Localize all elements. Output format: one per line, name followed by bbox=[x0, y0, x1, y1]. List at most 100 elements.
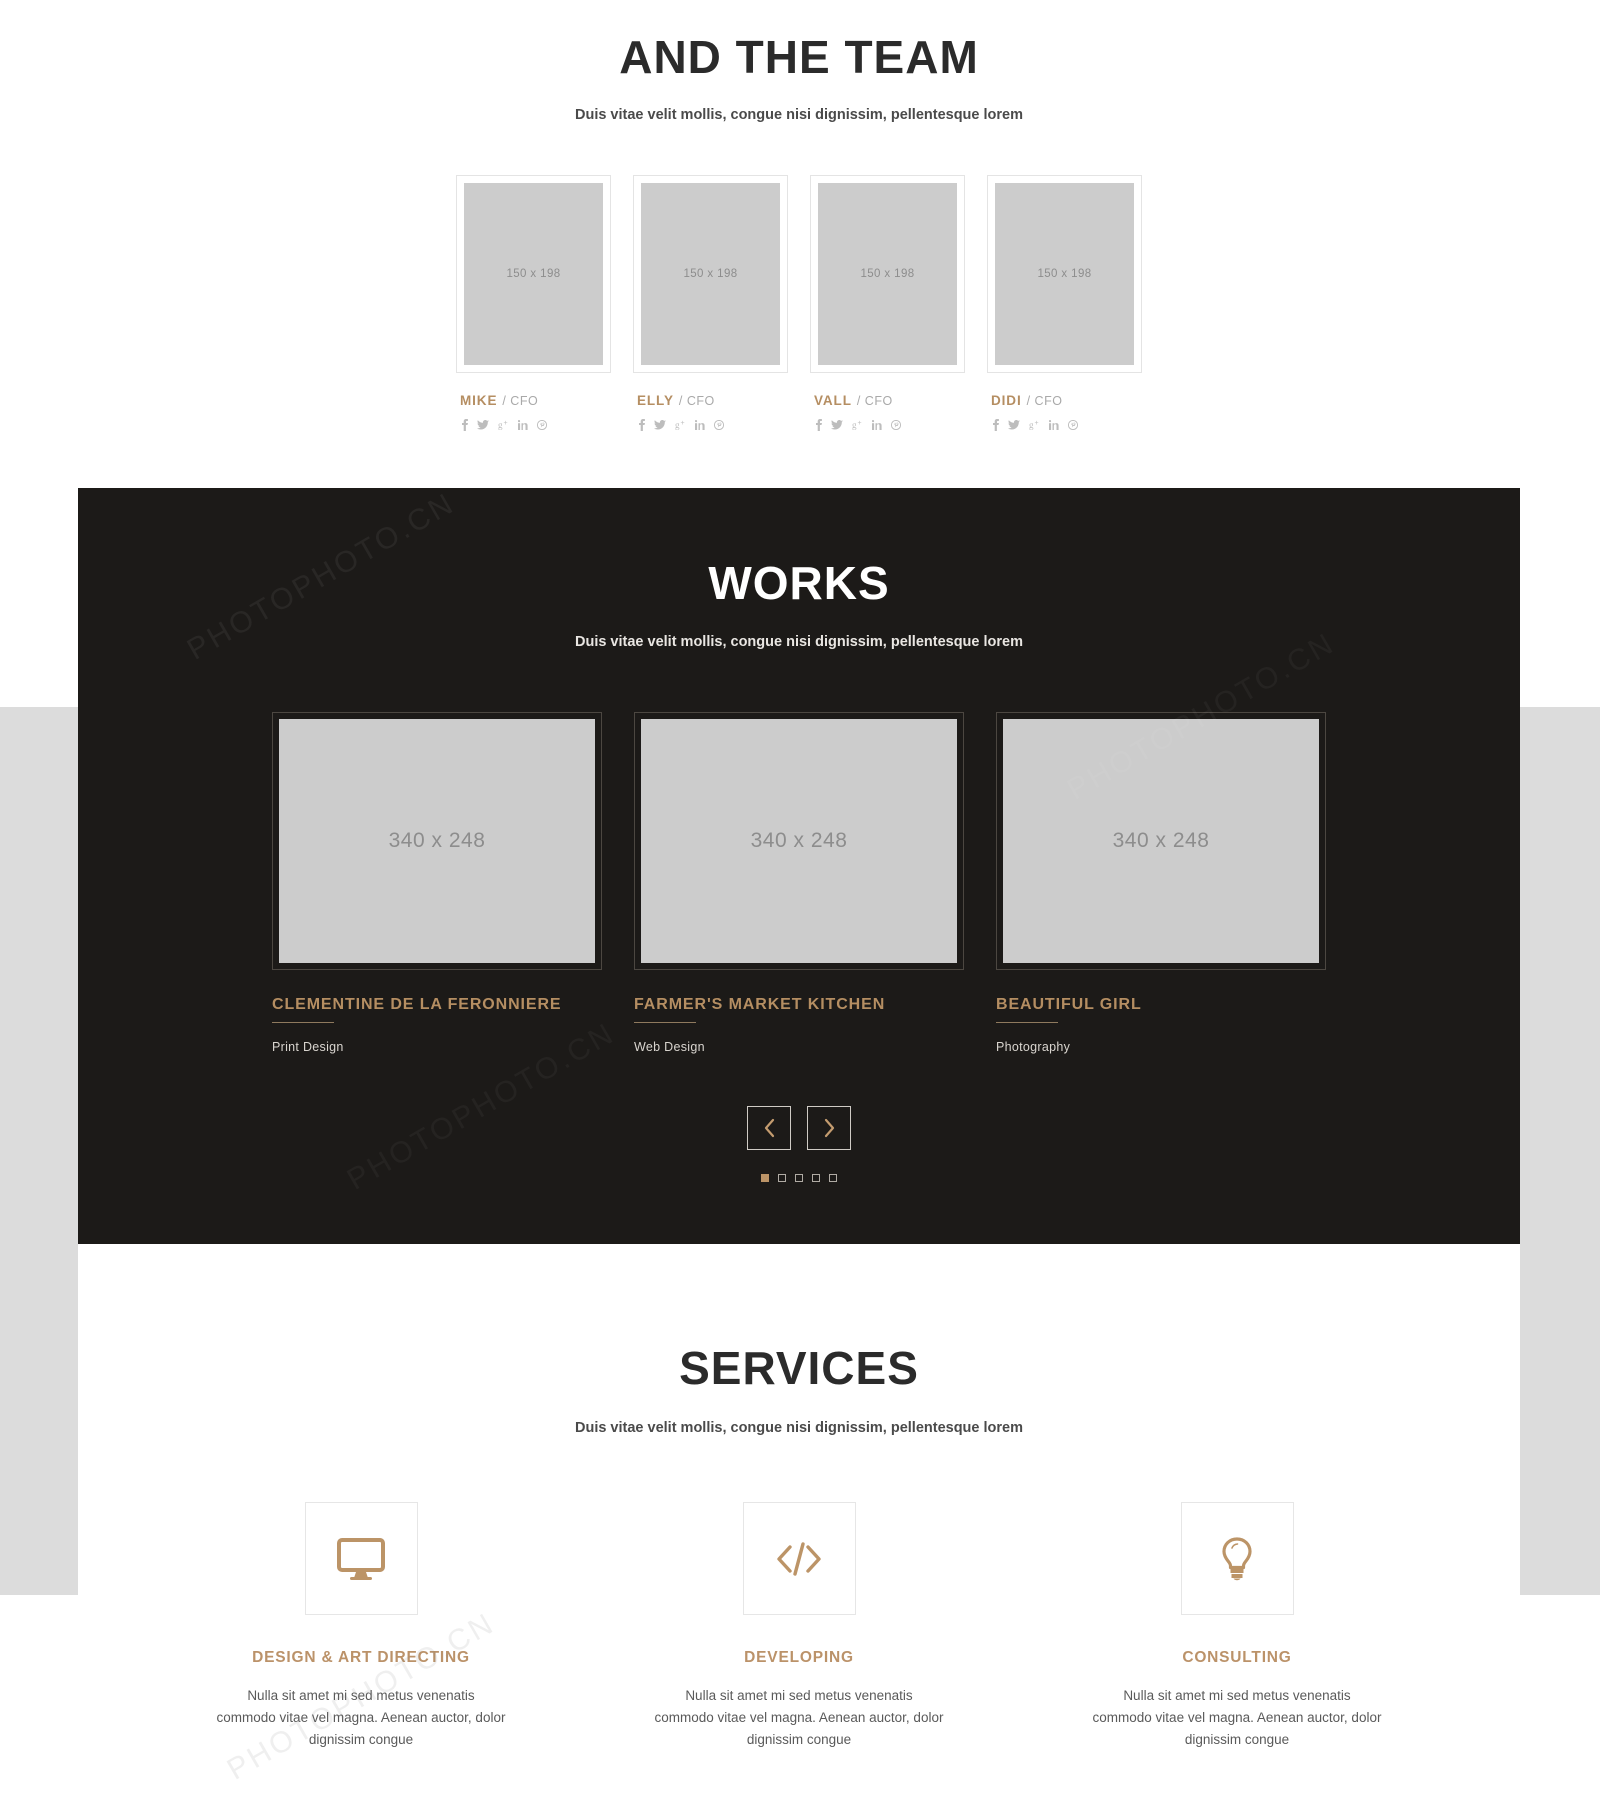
twitter-icon[interactable] bbox=[654, 419, 666, 431]
work-thumb-placeholder: 340 x 248 bbox=[641, 719, 957, 963]
service-card[interactable]: DEVELOPING Nulla sit amet mi sed metus v… bbox=[654, 1502, 944, 1751]
carousel-dot-4[interactable] bbox=[812, 1174, 820, 1182]
works-subtitle: Duis vitae velit mollis, congue nisi dig… bbox=[574, 634, 1023, 650]
carousel-dots bbox=[78, 1174, 1520, 1182]
carousel-dot-1[interactable] bbox=[761, 1174, 769, 1182]
team-member-role: / CFO bbox=[502, 394, 539, 408]
team-member-name: DIDI bbox=[991, 393, 1022, 408]
service-card[interactable]: CONSULTING Nulla sit amet mi sed metus v… bbox=[1092, 1502, 1382, 1751]
service-title: DESIGN & ART DIRECTING bbox=[252, 1649, 470, 1666]
team-heading: AND THE TEAM bbox=[619, 31, 979, 83]
work-card[interactable]: 340 x 248 FARMER'S MARKET KITCHEN Web De… bbox=[634, 712, 964, 1054]
facebook-icon[interactable] bbox=[462, 419, 468, 431]
work-category: Web Design bbox=[634, 1040, 705, 1054]
pinterest-icon[interactable] bbox=[1068, 420, 1078, 430]
carousel-nav bbox=[78, 1106, 1520, 1150]
twitter-icon[interactable] bbox=[1008, 419, 1020, 431]
linkedin-icon[interactable] bbox=[695, 420, 705, 430]
service-body: Nulla sit amet mi sed metus venenatis co… bbox=[654, 1688, 944, 1747]
social-row: g + bbox=[814, 419, 965, 431]
team-card[interactable]: 150 x 198 ELLY / CFO g + bbox=[633, 175, 788, 431]
team-card[interactable]: 150 x 198 DIDI / CFO g + bbox=[987, 175, 1142, 431]
service-icon-box bbox=[304, 1502, 418, 1615]
work-title[interactable]: CLEMENTINE DE LA FERONNIERE bbox=[272, 996, 602, 1014]
pinterest-icon[interactable] bbox=[714, 420, 724, 430]
team-meta: ELLY / CFO g + bbox=[633, 392, 788, 431]
team-card[interactable]: 150 x 198 MIKE / CFO g + bbox=[456, 175, 611, 431]
carousel-dot-2[interactable] bbox=[778, 1174, 786, 1182]
page-root: AND THE TEAM Duis vitae velit mollis, co… bbox=[0, 0, 1600, 1815]
linkedin-icon[interactable] bbox=[518, 420, 528, 430]
service-title: DEVELOPING bbox=[744, 1649, 854, 1666]
team-meta: VALL / CFO g + bbox=[810, 392, 965, 431]
team-member-name: ELLY bbox=[637, 393, 674, 408]
work-title[interactable]: FARMER'S MARKET KITCHEN bbox=[634, 996, 964, 1014]
team-photo-frame: 150 x 198 bbox=[456, 175, 611, 373]
team-subtitle: Duis vitae velit mollis, congue nisi dig… bbox=[574, 107, 1023, 123]
team-member-name: VALL bbox=[814, 393, 852, 408]
google-plus-icon[interactable]: g + bbox=[675, 420, 686, 430]
social-row: g + bbox=[991, 419, 1142, 431]
team-photo-placeholder: 150 x 198 bbox=[464, 183, 603, 365]
svg-text:+: + bbox=[858, 420, 862, 427]
svg-text:+: + bbox=[1035, 420, 1039, 427]
service-card[interactable]: DESIGN & ART DIRECTING Nulla sit amet mi… bbox=[216, 1502, 506, 1751]
work-title-underline bbox=[272, 1022, 334, 1023]
pinterest-icon[interactable] bbox=[537, 420, 547, 430]
carousel-next-button[interactable] bbox=[807, 1106, 851, 1150]
team-photo-frame: 150 x 198 bbox=[987, 175, 1142, 373]
facebook-icon[interactable] bbox=[993, 419, 999, 431]
team-photo-placeholder: 150 x 198 bbox=[995, 183, 1134, 365]
service-body: Nulla sit amet mi sed metus venenatis co… bbox=[1092, 1688, 1382, 1747]
services-section: SERVICES Duis vitae velit mollis, congue… bbox=[78, 1244, 1520, 1751]
carousel-dot-3[interactable] bbox=[795, 1174, 803, 1182]
team-photo-placeholder: 150 x 198 bbox=[818, 183, 957, 365]
services-subtitle: Duis vitae velit mollis, congue nisi dig… bbox=[574, 1420, 1023, 1436]
work-thumb-frame: 340 x 248 bbox=[272, 712, 602, 970]
services-grid: DESIGN & ART DIRECTING Nulla sit amet mi… bbox=[78, 1502, 1520, 1751]
carousel-prev-button[interactable] bbox=[747, 1106, 791, 1150]
work-card[interactable]: 340 x 248 BEAUTIFUL GIRL Photography bbox=[996, 712, 1326, 1054]
team-grid: 150 x 198 MIKE / CFO g + 150 x 198 ELLY … bbox=[78, 175, 1520, 431]
twitter-icon[interactable] bbox=[477, 419, 489, 431]
team-member-role: / CFO bbox=[1026, 394, 1063, 408]
team-photo-frame: 150 x 198 bbox=[633, 175, 788, 373]
work-thumb-frame: 340 x 248 bbox=[634, 712, 964, 970]
team-member-role: / CFO bbox=[856, 394, 893, 408]
work-category: Photography bbox=[996, 1040, 1071, 1054]
team-member-role: / CFO bbox=[678, 394, 715, 408]
work-category: Print Design bbox=[272, 1040, 344, 1054]
work-card[interactable]: 340 x 248 CLEMENTINE DE LA FERONNIERE Pr… bbox=[272, 712, 602, 1054]
chevron-left-icon bbox=[763, 1118, 776, 1138]
svg-text:+: + bbox=[681, 420, 685, 427]
works-section: WORKS Duis vitae velit mollis, congue ni… bbox=[78, 488, 1520, 1244]
team-photo-frame: 150 x 198 bbox=[810, 175, 965, 373]
team-card[interactable]: 150 x 198 VALL / CFO g + bbox=[810, 175, 965, 431]
google-plus-icon[interactable]: g + bbox=[1029, 420, 1040, 430]
linkedin-icon[interactable] bbox=[872, 420, 882, 430]
team-photo-placeholder: 150 x 198 bbox=[641, 183, 780, 365]
carousel-dot-5[interactable] bbox=[829, 1174, 837, 1182]
social-row: g + bbox=[637, 419, 788, 431]
service-body: Nulla sit amet mi sed metus venenatis co… bbox=[216, 1688, 506, 1747]
service-icon-box bbox=[1180, 1502, 1294, 1615]
google-plus-icon[interactable]: g + bbox=[498, 420, 509, 430]
code-icon bbox=[774, 1539, 824, 1579]
svg-text:g: g bbox=[498, 420, 503, 430]
team-meta: DIDI / CFO g + bbox=[987, 392, 1142, 431]
svg-text:g: g bbox=[852, 420, 857, 430]
right-gray-band bbox=[1520, 707, 1600, 1595]
twitter-icon[interactable] bbox=[831, 419, 843, 431]
work-title[interactable]: BEAUTIFUL GIRL bbox=[996, 996, 1326, 1014]
services-heading: SERVICES bbox=[679, 1342, 919, 1394]
google-plus-icon[interactable]: g + bbox=[852, 420, 863, 430]
pinterest-icon[interactable] bbox=[891, 420, 901, 430]
work-thumb-frame: 340 x 248 bbox=[996, 712, 1326, 970]
svg-text:g: g bbox=[1029, 420, 1034, 430]
monitor-icon bbox=[337, 1537, 385, 1580]
social-row: g + bbox=[460, 419, 611, 431]
work-title-underline bbox=[634, 1022, 696, 1023]
linkedin-icon[interactable] bbox=[1049, 420, 1059, 430]
facebook-icon[interactable] bbox=[816, 419, 822, 431]
facebook-icon[interactable] bbox=[639, 419, 645, 431]
